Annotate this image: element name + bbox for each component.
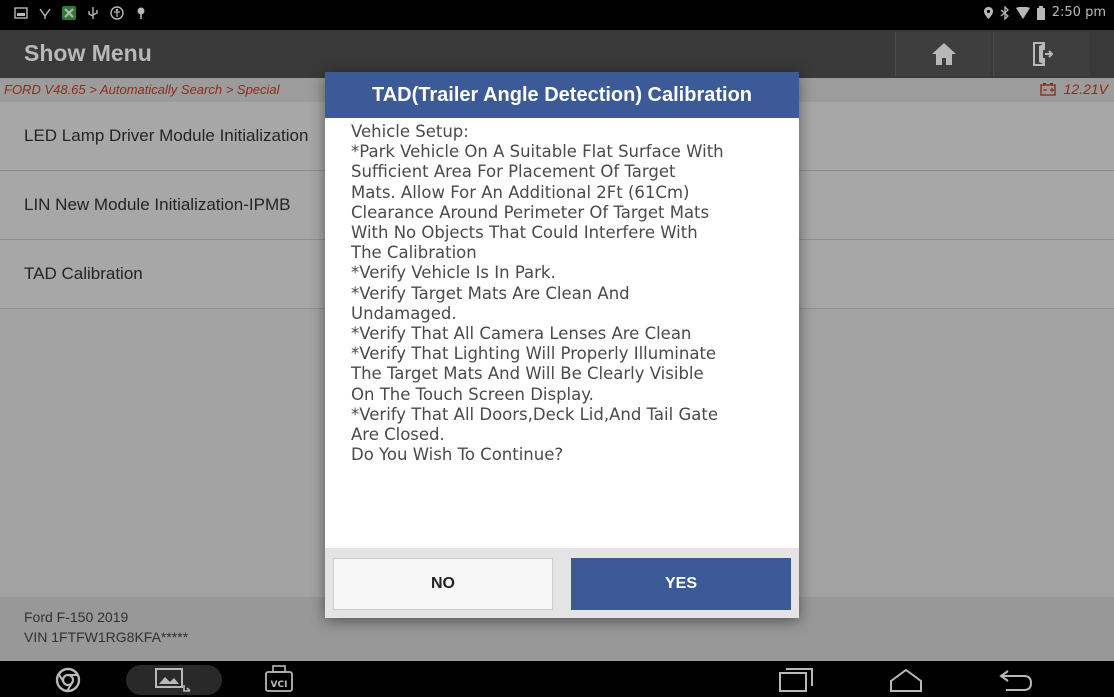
dialog-message-line: Do You Wish To Continue? bbox=[351, 445, 564, 465]
dialog-message-line: Sufficient Area For Placement Of Target bbox=[351, 162, 676, 182]
dialog-footer: NO YES bbox=[325, 548, 799, 618]
screen: 2:50 pm Show Menu FORD V48.65 > Automati… bbox=[0, 0, 1114, 697]
dialog-message-line: Undamaged. bbox=[351, 303, 457, 323]
dialog-message-line: Mats. Allow For An Additional 2Ft (61Cm) bbox=[351, 182, 690, 202]
dialog-message-line: The Calibration bbox=[351, 243, 477, 263]
dialog-message-line: Vehicle Setup: bbox=[351, 122, 469, 141]
dialog-message: Vehicle Setup: *Park Vehicle On A Suitabl… bbox=[351, 122, 791, 465]
dialog-message-line: Are Closed. bbox=[351, 425, 445, 445]
dialog-title: TAD(Trailer Angle Detection) Calibration bbox=[325, 72, 799, 118]
dialog-message-line: *Verify Target Mats Are Clean And bbox=[351, 283, 630, 303]
dialog-message-line: *Verify That All Doors,Deck Lid,And Tail… bbox=[351, 404, 718, 424]
no-button[interactable]: NO bbox=[333, 558, 553, 610]
dialog-message-line: With No Objects That Could Interfere Wit… bbox=[351, 223, 698, 243]
dialog-message-line: On The Touch Screen Display. bbox=[351, 384, 594, 404]
dialog-message-line: The Target Mats And Will Be Clearly Visi… bbox=[351, 364, 704, 384]
calibration-dialog: TAD(Trailer Angle Detection) Calibration… bbox=[325, 72, 799, 618]
dialog-message-line: *Verify Vehicle Is In Park. bbox=[351, 263, 556, 283]
dialog-message-line: *Verify That All Camera Lenses Are Clean bbox=[351, 324, 692, 344]
yes-button[interactable]: YES bbox=[571, 558, 791, 610]
dialog-message-line: Clearance Around Perimeter Of Target Mat… bbox=[351, 202, 710, 222]
dialog-message-line: *Verify That Lighting Will Properly Illu… bbox=[351, 344, 717, 364]
dialog-message-line: *Park Vehicle On A Suitable Flat Surface… bbox=[351, 142, 724, 162]
